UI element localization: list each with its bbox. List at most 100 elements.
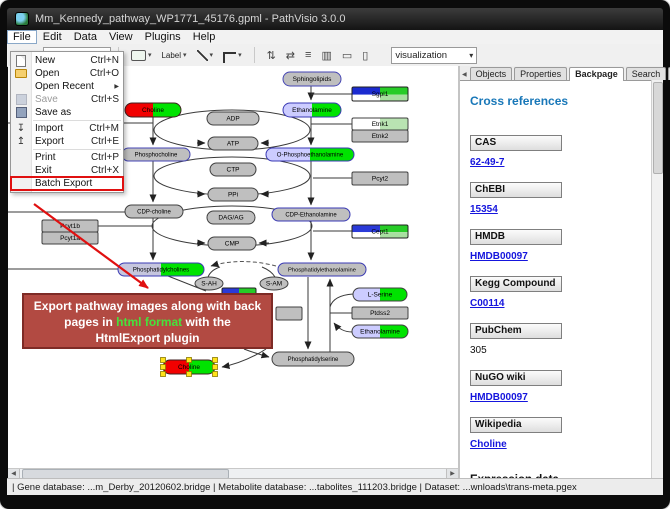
- tab-backpage[interactable]: Backpage: [569, 67, 624, 81]
- node-label: CMP: [225, 241, 239, 248]
- node-cdp-ethanolamine[interactable]: CDP-Ethanolamine: [272, 208, 350, 221]
- node-adp[interactable]: ADP: [207, 112, 259, 125]
- node-phosphatidylcholines[interactable]: Phosphatidylcholines: [118, 263, 204, 276]
- selection-handle[interactable]: [213, 358, 218, 363]
- pathway-edge[interactable]: [222, 349, 266, 367]
- menu-plugins[interactable]: Plugins: [139, 30, 187, 44]
- align-center-horizontal-icon[interactable]: ⇄: [286, 49, 295, 62]
- xref-link[interactable]: HMDB00097: [470, 251, 528, 262]
- xref-link[interactable]: C00114: [470, 298, 504, 309]
- node-l-serine[interactable]: L-Serine: [353, 288, 407, 301]
- pathvisio-window: Mm_Kennedy_pathway_WP1771_45176.gpml - P…: [0, 0, 670, 509]
- node-sah[interactable]: S-AH: [195, 277, 223, 290]
- menu-edit[interactable]: Edit: [37, 30, 68, 44]
- tab-search[interactable]: Search: [626, 67, 667, 80]
- callout-line2: pages in html format with the: [24, 315, 271, 331]
- distribute-columns-icon[interactable]: ▥: [321, 49, 331, 62]
- xref-link[interactable]: 62-49-7: [470, 157, 504, 168]
- node-cept1[interactable]: Cept1: [352, 225, 408, 238]
- toolbar-separator: [254, 47, 255, 63]
- file-menu-item-print[interactable]: PrintCtrl+P: [11, 151, 123, 164]
- sidebar-collapse-button[interactable]: ◀: [462, 71, 467, 78]
- pathway-edge[interactable]: [262, 267, 275, 277]
- file-menu-item-import[interactable]: ↧ImportCtrl+M: [11, 122, 123, 135]
- node-sam[interactable]: S-AM: [260, 277, 288, 290]
- node-pcyt2[interactable]: Pcyt2: [352, 172, 408, 185]
- file-menu-item-open[interactable]: OpenCtrl+O: [11, 67, 123, 80]
- menu-item-shortcut: Ctrl+O: [90, 68, 119, 79]
- align-center-vertical-icon[interactable]: ⇅: [267, 49, 276, 62]
- node-ethanolamine-top[interactable]: Ethanolamine: [283, 103, 341, 117]
- node-phosphocholine[interactable]: Phosphocholine: [122, 148, 190, 161]
- pathway-edge[interactable]: [334, 323, 352, 332]
- line-icon: [197, 50, 208, 61]
- selection-handle[interactable]: [161, 372, 166, 377]
- tab-objects[interactable]: Objects: [470, 67, 513, 80]
- selection-handle[interactable]: [213, 372, 218, 377]
- pathway-edge[interactable]: [211, 262, 276, 267]
- node-cdp-choline[interactable]: CDP-choline: [125, 205, 183, 218]
- node-pcyt1a[interactable]: Pcyt1a: [42, 232, 98, 244]
- new-line-button[interactable]: ▾: [194, 46, 217, 64]
- node-sphingolipids[interactable]: Sphingolipids: [283, 72, 341, 86]
- file-menu-item-open-recent[interactable]: Open Recent▶: [11, 80, 123, 93]
- node-label: Pcyt1b: [60, 223, 80, 230]
- node-ppi[interactable]: PPi: [208, 188, 258, 201]
- menu-item-label: Open Recent: [35, 81, 94, 92]
- node-label: S-AM: [266, 281, 282, 288]
- distribute-rows-icon[interactable]: ≡: [305, 49, 311, 61]
- node-o-phosphoethanolamine[interactable]: O-Phosphoethanolamine: [266, 148, 354, 161]
- new-datanode-button[interactable]: ▾: [128, 46, 155, 64]
- tab-properties[interactable]: Properties: [514, 67, 567, 80]
- node-ptdss2[interactable]: Ptdss2: [352, 307, 408, 319]
- selection-handle[interactable]: [187, 358, 192, 363]
- pathway-edge[interactable]: [244, 349, 269, 357]
- export-icon: ↥: [15, 136, 27, 147]
- node-gene-box-partial[interactable]: [276, 307, 302, 320]
- menu-item-label: Save: [35, 94, 58, 105]
- node-pcyt1b[interactable]: Pcyt1b: [42, 220, 98, 232]
- node-phosphatidylserine[interactable]: Phosphatidylserine: [272, 352, 354, 366]
- file-menu-item-batch-export[interactable]: Batch Export: [11, 177, 123, 190]
- new-label-button[interactable]: Label ▾: [158, 46, 189, 64]
- pathway-edge[interactable]: [208, 267, 220, 277]
- scrollbar-thumb[interactable]: [653, 82, 663, 174]
- menu-view[interactable]: View: [103, 30, 139, 44]
- menu-bar: FileEditDataViewPluginsHelp: [7, 30, 663, 45]
- common-height-icon[interactable]: ▯: [362, 49, 368, 62]
- node-phosphatidylethanolamine[interactable]: Phosphatidylethanolamine: [278, 263, 366, 276]
- xref-link[interactable]: 15354: [470, 204, 498, 215]
- menu-help[interactable]: Help: [187, 30, 222, 44]
- pathway-edge[interactable]: [330, 294, 353, 307]
- menu-file[interactable]: File: [7, 30, 37, 44]
- selection-handle[interactable]: [187, 372, 192, 377]
- node-cmp[interactable]: CMP: [208, 237, 256, 250]
- node-ethanolamine-bottom[interactable]: Ethanolamine: [352, 325, 408, 338]
- file-menu-item-exit[interactable]: ExitCtrl+X: [11, 164, 123, 177]
- node-etnk2[interactable]: Etnk2: [352, 130, 408, 142]
- node-sgpl1[interactable]: Sgpl1: [352, 87, 408, 101]
- xref-link[interactable]: Choline: [470, 439, 507, 450]
- common-width-icon[interactable]: ▭: [342, 49, 352, 62]
- selection-handle[interactable]: [213, 365, 218, 370]
- node-choline-top[interactable]: Choline: [125, 103, 181, 117]
- file-menu-item-new[interactable]: NewCtrl+N: [11, 54, 123, 67]
- node-dag[interactable]: DAG/AG: [207, 211, 255, 224]
- node-label: Cept1: [371, 229, 389, 236]
- file-menu-item-save-as[interactable]: Save as: [11, 106, 123, 119]
- node-etnk1[interactable]: Etnk1: [352, 118, 408, 130]
- chevron-down-icon: ▾: [238, 51, 242, 59]
- node-ctp[interactable]: CTP: [210, 163, 256, 176]
- node-atp[interactable]: ATP: [208, 137, 258, 150]
- selection-handle[interactable]: [161, 365, 166, 370]
- sidebar-scrollbar[interactable]: [651, 80, 663, 478]
- menu-item-label: Exit: [35, 165, 52, 176]
- menu-data[interactable]: Data: [68, 30, 103, 44]
- file-menu-item-export[interactable]: ↥ExportCtrl+E: [11, 135, 123, 148]
- node-choline-selected[interactable]: Choline: [161, 358, 218, 377]
- file-menu-item-save[interactable]: SaveCtrl+S: [11, 93, 123, 106]
- xref-link[interactable]: HMDB00097: [470, 392, 528, 403]
- visualization-select[interactable]: visualization ▾: [391, 47, 477, 64]
- selection-handle[interactable]: [161, 358, 166, 363]
- new-connector-button[interactable]: ▾: [220, 46, 245, 64]
